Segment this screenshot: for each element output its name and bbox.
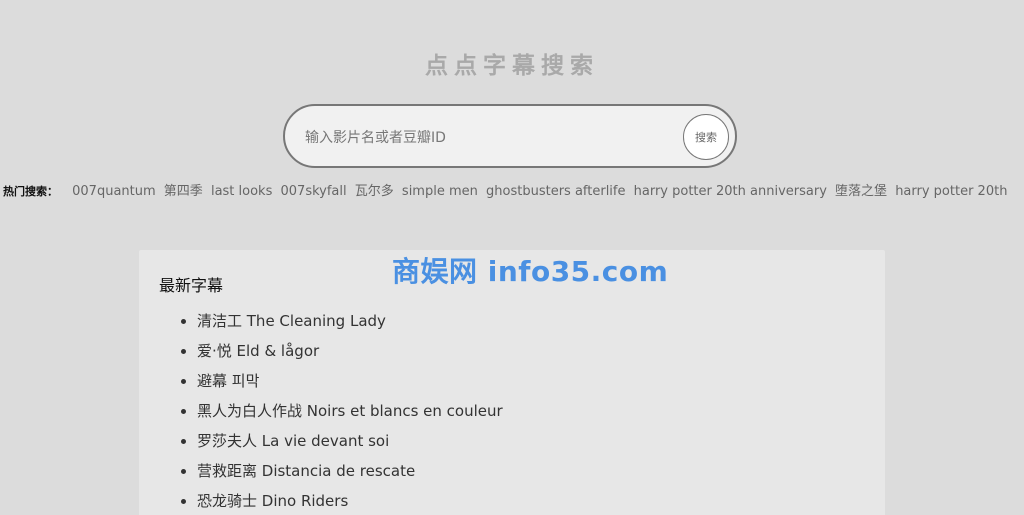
list-item: 清洁工 The Cleaning Lady — [197, 306, 503, 336]
hot-search-link[interactable]: 堕落之堡 — [835, 184, 887, 199]
hot-search-link[interactable]: ghostbusters afterlife — [486, 184, 625, 199]
search-bar: 搜索 — [283, 104, 737, 168]
hot-search-link[interactable]: harry potter 20th anniversary — [634, 184, 827, 199]
latest-subtitles-list: 清洁工 The Cleaning Lady 爱·悦 Eld & lågor 避幕… — [159, 306, 503, 515]
latest-subtitles-title: 最新字幕 — [159, 276, 224, 295]
list-item: 黑人为白人作战 Noirs et blancs en couleur — [197, 396, 503, 426]
subtitle-link[interactable]: 恐龙骑士 Dino Riders — [197, 492, 348, 510]
hot-search-link[interactable]: 瓦尔多 — [355, 184, 394, 199]
subtitle-link[interactable]: 爱·悦 Eld & lågor — [197, 342, 319, 360]
latest-subtitles-card: 最新字幕 清洁工 The Cleaning Lady 爱·悦 Eld & låg… — [139, 250, 885, 515]
page: 点点字幕搜索 搜索 热门搜索： 007quantum 第四季 last look… — [0, 0, 1024, 515]
hot-search-link[interactable]: 007skyfall — [281, 184, 347, 199]
list-item: 避幕 피막 — [197, 366, 503, 396]
list-item: 爱·悦 Eld & lågor — [197, 336, 503, 366]
page-title: 点点字幕搜索 — [425, 53, 599, 79]
hot-search-link[interactable]: harry potter 20th — [895, 184, 1007, 199]
hot-search-link[interactable]: 007quantum — [72, 184, 156, 199]
subtitle-link[interactable]: 黑人为白人作战 Noirs et blancs en couleur — [197, 402, 503, 420]
list-item: 营救距离 Distancia de rescate — [197, 456, 503, 486]
search-button[interactable]: 搜索 — [683, 114, 729, 160]
hot-search-bar: 热门搜索： 007quantum 第四季 last looks 007skyfa… — [3, 182, 1024, 204]
subtitle-link[interactable]: 营救距离 Distancia de rescate — [197, 462, 415, 480]
subtitle-link[interactable]: 清洁工 The Cleaning Lady — [197, 312, 386, 330]
hot-search-link[interactable]: simple men — [402, 184, 478, 199]
subtitle-link[interactable]: 罗莎夫人 La vie devant soi — [197, 432, 389, 450]
list-item: 罗莎夫人 La vie devant soi — [197, 426, 503, 456]
subtitle-link[interactable]: 避幕 피막 — [197, 372, 259, 390]
hot-search-link[interactable]: last looks — [211, 184, 272, 199]
list-item: 恐龙骑士 Dino Riders — [197, 486, 503, 515]
search-input[interactable] — [303, 120, 677, 156]
hot-search-label: 热门搜索： — [3, 185, 58, 198]
hot-search-link[interactable]: 第四季 — [164, 184, 203, 199]
